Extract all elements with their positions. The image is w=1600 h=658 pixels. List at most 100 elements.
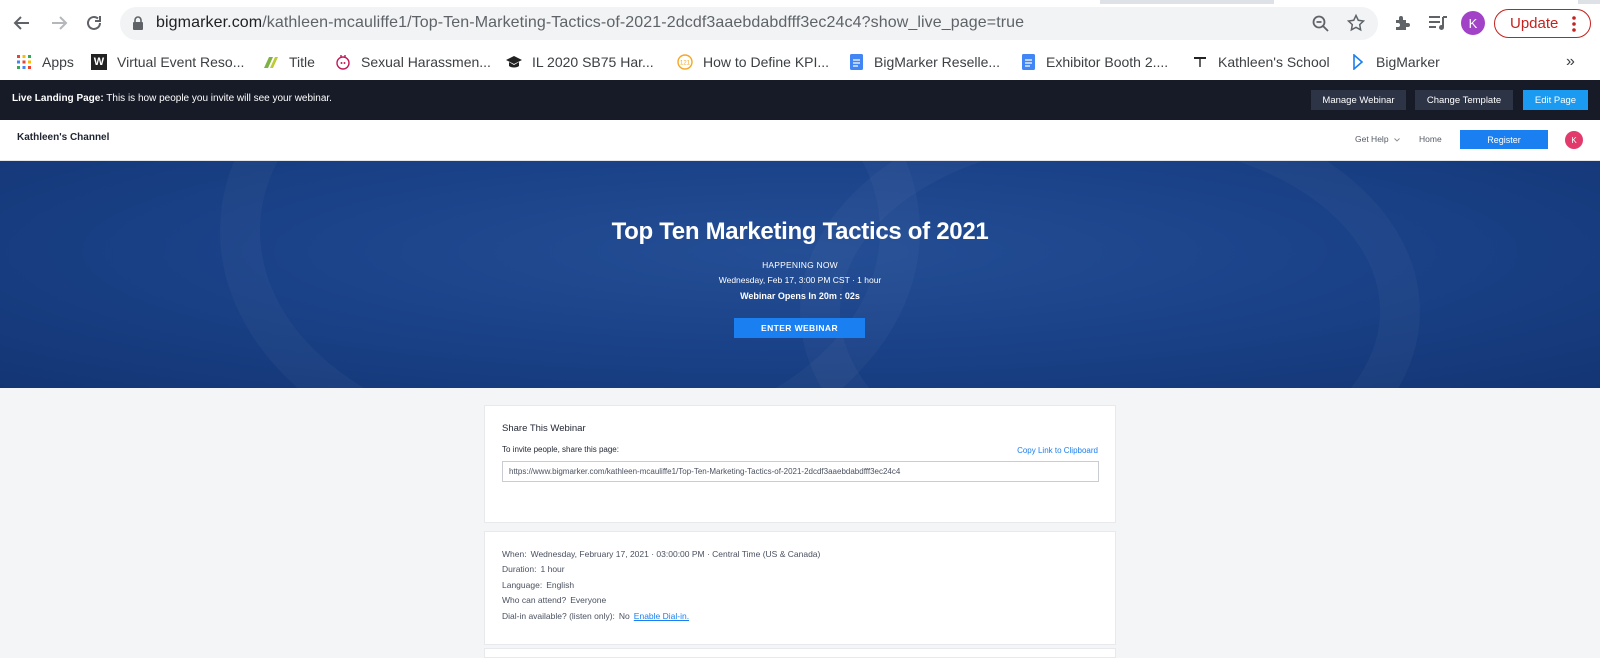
manage-webinar-button[interactable]: Manage Webinar [1311,90,1406,110]
bunny-logo-icon [335,54,351,70]
dialin-value: No [618,611,630,621]
webinar-title: Top Ten Marketing Tactics of 2021 [611,218,989,245]
detail-when: When: Wednesday, February 17, 2021 · 03:0… [502,549,820,559]
banner-label-bold: Live Landing Page: [12,93,104,104]
bookmark-il-2020[interactable]: IL 2020 SB75 Har... [506,50,654,74]
user-avatar[interactable]: K [1565,131,1583,149]
graduation-cap-icon [506,54,522,70]
back-arrow-icon [13,16,29,30]
bookmark-apps[interactable]: Apps [16,50,74,74]
share-webinar-card: Share This Webinar To invite people, sha… [484,405,1116,523]
copy-link-button[interactable]: Copy Link to Clipboard [1017,446,1098,455]
doc-icon [1020,54,1036,70]
duration-value: 1 hour [540,564,565,574]
url-host: bigmarker.com [156,14,263,31]
star-icon[interactable] [1347,14,1365,32]
edit-page-button[interactable]: Edit Page [1523,90,1588,110]
tab-strip [0,0,1600,4]
bookmark-virtual-event[interactable]: W Virtual Event Reso... [91,50,244,74]
lock-icon [133,16,143,30]
bookmark-label: BigMarker [1376,54,1440,70]
zoom-icon[interactable] [1312,15,1329,32]
bookmark-sexual-harassment[interactable]: Sexual Harassmen... [335,50,491,74]
bookmark-kathleens-school[interactable]: Kathleen's School [1192,50,1330,74]
share-title: Share This Webinar [502,423,586,434]
url-text[interactable]: bigmarker.com/kathleen-mcauliffe1/Top-Te… [156,14,1024,32]
webinar-datetime: Wednesday, Feb 17, 3:00 PM CST · 1 hour [718,275,882,285]
doc-icon [848,54,864,70]
bookmark-label: Exhibitor Booth 2.... [1046,54,1169,70]
bookmark-title[interactable]: Title [263,50,315,74]
update-button[interactable]: Update [1494,9,1591,38]
webinar-details-card: When: Wednesday, February 17, 2021 · 03:0… [484,531,1116,645]
title-logo-icon [263,54,279,70]
extensions-icon[interactable] [1393,14,1411,32]
duration-label: Duration: [502,564,537,574]
bookmarks-overflow[interactable]: » [1566,50,1575,74]
detail-attend: Who can attend? Everyone [502,595,606,605]
bookmark-exhibitor-booth[interactable]: Exhibitor Booth 2.... [1020,50,1168,74]
attend-label: Who can attend? [502,595,567,605]
bookmark-kpi[interactable]: 121 How to Define KPI... [677,50,829,74]
when-label: When: [502,549,527,559]
url-path: /kathleen-mcauliffe1/Top-Ten-Marketing-T… [262,14,1025,31]
kebab-menu-icon [1572,15,1577,32]
channel-header: Kathleen's Channel Get Help Home Registe… [0,120,1600,161]
bookmark-label: BigMarker Reselle... [874,54,1001,70]
school-logo-icon [1192,54,1208,70]
bigmarker-logo-icon [1350,54,1366,70]
when-value: Wednesday, February 17, 2021 · 03:00:00 … [530,549,821,559]
chevron-down-icon [1394,137,1400,142]
detail-dialin: Dial-in available? (listen only): No Enabl… [502,611,689,621]
language-value: English [546,580,575,590]
w-logo-icon: W [91,54,107,70]
dialin-label: Dial-in available? (listen only): [502,611,615,621]
bookmark-label: IL 2020 SB75 Har... [532,54,654,70]
banner-label-text: This is how people you invite will see y… [103,93,332,104]
webinar-countdown: Webinar Opens In 20m : 02s [740,291,860,301]
attend-value: Everyone [570,595,607,605]
get-help-label: Get Help [1355,134,1389,144]
apps-grid-icon [16,54,32,70]
bookmarks-bar: Apps W Virtual Event Reso... Title Sexua… [0,44,1600,80]
bookmark-label: Virtual Event Reso... [117,54,245,70]
browser-chrome: bigmarker.com/kathleen-mcauliffe1/Top-Te… [0,0,1600,80]
detail-duration: Duration: 1 hour [502,564,565,574]
register-button[interactable]: Register [1460,130,1548,149]
forward-button[interactable] [45,9,73,37]
reload-button[interactable] [80,9,108,37]
bookmark-label: Sexual Harassmen... [361,54,491,70]
get-help-menu[interactable]: Get Help [1355,134,1400,144]
bookmark-bigmarker-reseller[interactable]: BigMarker Reselle... [848,50,1000,74]
forward-arrow-icon [52,16,68,30]
bookmark-label: Title [289,54,315,70]
inactive-tab-edge[interactable] [1274,0,1578,4]
bookmark-label: Apps [42,54,74,70]
bookmark-label: How to Define KPI... [703,54,830,70]
kpi-logo-icon: 121 [677,54,693,70]
media-icon[interactable] [1428,14,1448,32]
share-subtitle: To invite people, share this page: [502,445,619,454]
bookmark-label: Kathleen's School [1218,54,1330,70]
active-tab-edge[interactable] [0,0,1100,4]
home-link[interactable]: Home [1419,134,1442,144]
svg-text:121: 121 [680,61,691,67]
detail-language: Language: English [502,580,574,590]
next-card-edge [484,648,1116,658]
reload-icon [87,15,101,30]
change-template-button[interactable]: Change Template [1415,90,1513,110]
live-landing-banner: Live Landing Page: This is how people yo… [0,80,1600,120]
update-label: Update [1510,15,1559,32]
profile-avatar[interactable]: K [1461,11,1485,35]
enter-webinar-button[interactable]: ENTER WEBINAR [734,318,865,338]
enable-dialin-link[interactable]: Enable Dial-in. [634,611,689,621]
webinar-hero: Top Ten Marketing Tactics of 2021 HAPPEN… [0,161,1600,388]
language-label: Language: [502,580,543,590]
back-button[interactable] [8,9,36,37]
banner-message: Live Landing Page: This is how people yo… [12,93,332,104]
address-bar[interactable]: bigmarker.com/kathleen-mcauliffe1/Top-Te… [120,7,1378,40]
share-url-input[interactable] [502,461,1099,482]
bookmark-bigmarker[interactable]: BigMarker [1350,50,1440,74]
channel-name[interactable]: Kathleen's Channel [17,132,109,143]
webinar-status: HAPPENING NOW [762,260,838,270]
